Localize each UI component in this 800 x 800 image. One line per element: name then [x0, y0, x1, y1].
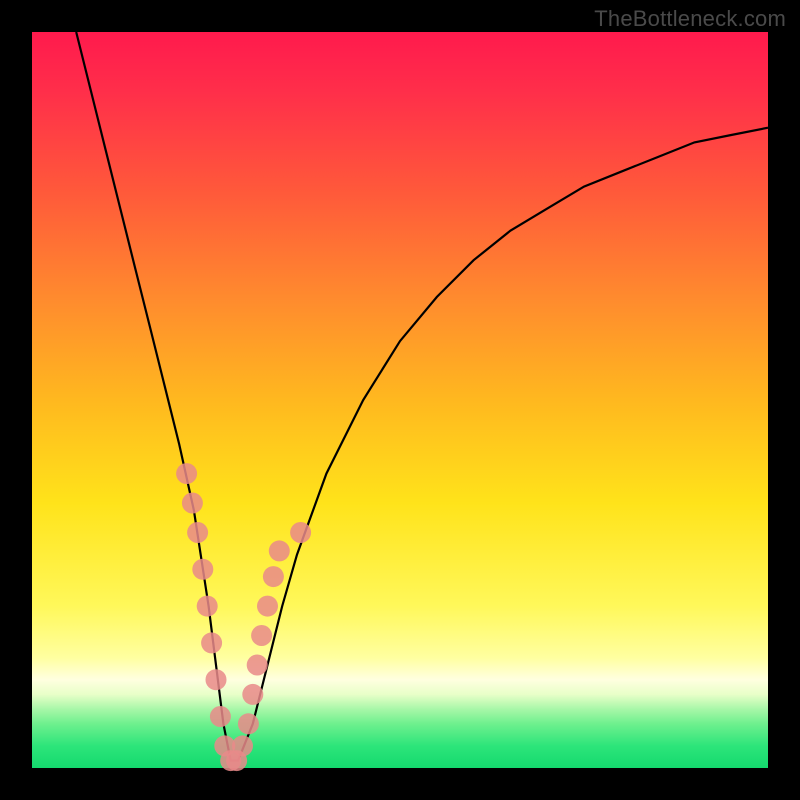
marker-point: [238, 713, 259, 734]
marker-point: [187, 522, 208, 543]
marker-point: [263, 566, 284, 587]
marker-point: [201, 632, 222, 653]
marker-point: [176, 463, 197, 484]
marker-point: [257, 596, 278, 617]
marker-point: [232, 735, 253, 756]
marker-point: [192, 559, 213, 580]
plot-area: [32, 32, 768, 768]
marker-point: [242, 684, 263, 705]
marker-point: [197, 596, 218, 617]
marker-point: [182, 493, 203, 514]
chart-svg: [32, 32, 768, 768]
watermark-text: TheBottleneck.com: [594, 6, 786, 32]
marker-point: [251, 625, 272, 646]
highlight-markers: [176, 463, 311, 771]
marker-point: [206, 669, 227, 690]
marker-point: [290, 522, 311, 543]
marker-point: [210, 706, 231, 727]
chart-frame: TheBottleneck.com: [0, 0, 800, 800]
marker-point: [247, 655, 268, 676]
marker-point: [269, 540, 290, 561]
bottleneck-curve: [76, 32, 768, 761]
